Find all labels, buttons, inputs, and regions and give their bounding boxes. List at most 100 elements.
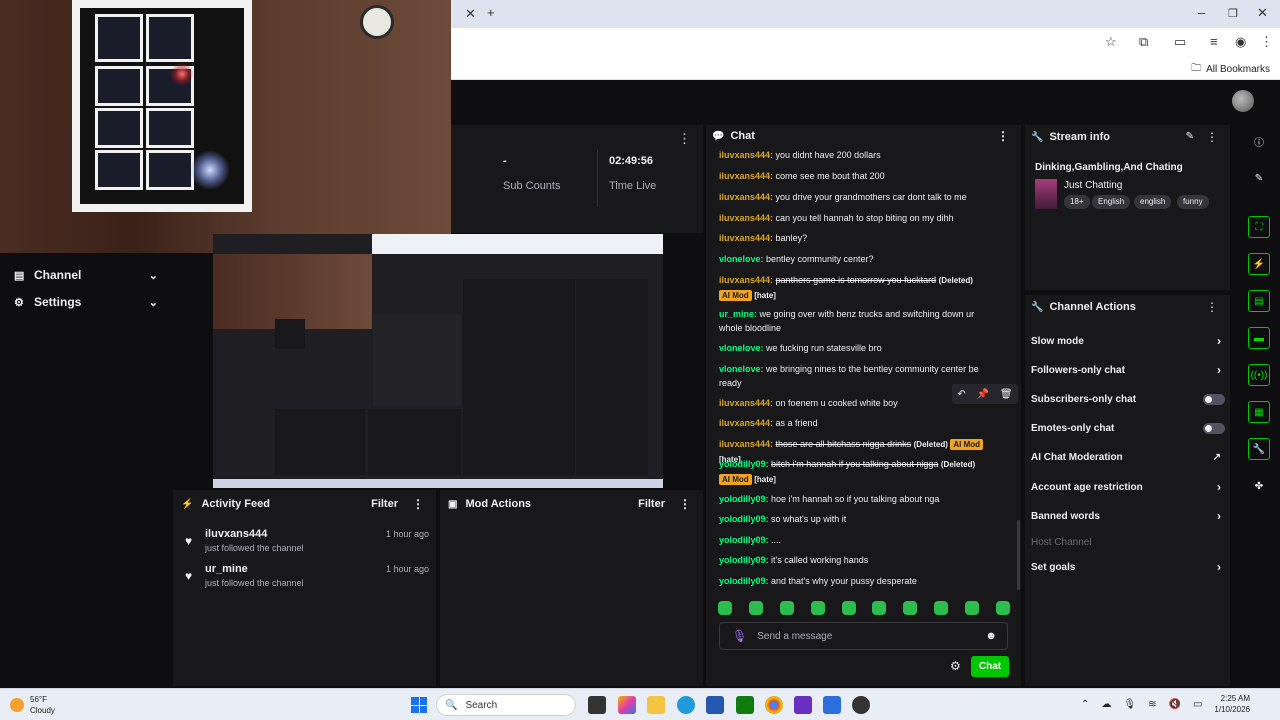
chat-username[interactable]: vlonelove xyxy=(719,254,761,264)
obs-icon[interactable] xyxy=(852,696,870,714)
emote-icon[interactable] xyxy=(872,601,887,615)
chat-message[interactable]: yolodilly09: and that's why your pussy d… xyxy=(719,574,999,588)
chat-username[interactable]: yolodilly09 xyxy=(719,555,766,565)
file-explorer-icon[interactable] xyxy=(647,696,665,714)
chat-message[interactable]: yolodilly09: bitch i'm hannah if you tal… xyxy=(719,457,999,487)
stream-tag[interactable]: 18+ xyxy=(1064,195,1090,209)
weather-widget[interactable]: 56°F Cloudy xyxy=(10,694,55,716)
address-bar[interactable]: ☆ ⧉ ▭ ≡ ◉ ⋮ xyxy=(451,28,1280,56)
star-icon[interactable]: ☆ xyxy=(1105,34,1117,50)
more-options-icon[interactable]: ⋮ xyxy=(412,497,424,511)
microphone-icon[interactable]: 🎙 xyxy=(732,629,747,643)
emote-icon[interactable] xyxy=(841,601,856,615)
emote-icon[interactable] xyxy=(903,601,918,615)
channel-action-row[interactable]: AI Chat Moderation ↗ xyxy=(1031,447,1227,467)
wifi-icon[interactable]: ≋ xyxy=(1148,699,1156,710)
close-icon[interactable]: ✕ xyxy=(1257,5,1268,21)
chat-username[interactable]: iluvxans444 xyxy=(719,192,770,202)
nav-channel[interactable]: ▤ Channel ⌄ xyxy=(0,262,172,288)
chat-message[interactable]: vlonelove: we fucking run statesville br… xyxy=(719,341,999,355)
send-chat-button[interactable]: Chat xyxy=(971,656,1009,677)
chat-username[interactable]: yolodilly09 xyxy=(719,494,766,504)
channel-action-row[interactable]: Slow mode › xyxy=(1031,331,1227,351)
toggle-switch[interactable] xyxy=(1203,393,1225,405)
chat-message[interactable]: yolodilly09: it's called working hands xyxy=(719,553,999,567)
chat-scrollbar[interactable] xyxy=(1017,520,1020,590)
chat-message[interactable]: iluvxans444: can you tell hannah to stop… xyxy=(719,211,999,225)
channel-action-row[interactable]: Banned words › xyxy=(1031,506,1227,526)
chat-message[interactable]: iluvxans444: panthers game is tomorrow y… xyxy=(719,273,999,303)
channel-action-row[interactable]: Set goals › xyxy=(1031,557,1227,577)
chat-message[interactable]: iluvxans444: banley? xyxy=(719,231,999,245)
more-options-icon[interactable]: ⋮ xyxy=(997,129,1009,143)
feed-item[interactable]: ♥ ur_mine just followed the channel 1 ho… xyxy=(185,563,429,597)
clip-icon[interactable]: ⛶ xyxy=(1248,216,1270,238)
profile-icon[interactable]: ◉ xyxy=(1235,34,1246,50)
browser-menu-icon[interactable]: ⋮ xyxy=(1260,34,1273,50)
emote-icon[interactable] xyxy=(779,601,794,615)
layout-icon[interactable]: ▦ xyxy=(1248,401,1270,423)
chat-message[interactable]: yolodilly09: so what's up with it xyxy=(719,512,999,526)
task-view-icon[interactable] xyxy=(588,696,606,714)
edge-icon[interactable] xyxy=(677,696,695,714)
info-icon[interactable]: ⓘ xyxy=(1248,130,1270,152)
chat-username[interactable]: iluvxans444 xyxy=(719,275,770,285)
category-name[interactable]: Just Chatting xyxy=(1064,180,1122,191)
taskbar-search[interactable]: 🔍 Search xyxy=(436,694,576,716)
emote-icon[interactable] xyxy=(718,601,732,615)
stream-tag[interactable]: funny xyxy=(1177,195,1209,209)
toggle-switch[interactable] xyxy=(1203,422,1225,434)
restore-icon[interactable]: ❐ xyxy=(1228,6,1238,22)
undo-icon[interactable]: ↶ xyxy=(957,389,965,400)
media-icon[interactable]: ≡ xyxy=(1210,34,1218,50)
wrench-icon[interactable]: 🔧 xyxy=(1248,438,1270,460)
filter-button[interactable]: Filter xyxy=(371,498,398,510)
chat-username[interactable]: ur_mine xyxy=(719,309,754,319)
chat-username[interactable]: iluvxans444 xyxy=(719,150,770,160)
close-tab-icon[interactable]: ✕ xyxy=(465,6,476,22)
chat-message[interactable]: yolodilly09: hoe i'm hannah so if you ta… xyxy=(719,492,999,506)
chat-username[interactable]: iluvxans444 xyxy=(719,213,770,223)
chat-username[interactable]: yolodilly09 xyxy=(719,514,766,524)
channel-action-row[interactable]: Followers-only chat › xyxy=(1031,360,1227,380)
chat-username[interactable]: yolodilly09 xyxy=(719,459,766,469)
chat-username[interactable]: iluvxans444 xyxy=(719,439,770,449)
taskbar-clock[interactable]: 2:25 AM 1/10/2026 xyxy=(1214,693,1250,715)
cast-icon[interactable]: ▭ xyxy=(1174,34,1186,50)
emoji-icon[interactable]: ☻ xyxy=(985,630,997,642)
start-button[interactable] xyxy=(411,697,427,713)
chat-username[interactable]: yolodilly09 xyxy=(719,535,766,545)
chat-message[interactable]: ur_mine: we going over with benz trucks … xyxy=(719,307,999,335)
photos-icon[interactable] xyxy=(823,696,841,714)
cloud-icon[interactable]: ☁ xyxy=(1101,699,1111,710)
emote-icon[interactable] xyxy=(965,601,979,615)
copilot-icon[interactable] xyxy=(618,696,636,714)
stream-tag[interactable]: english xyxy=(1134,195,1172,209)
lightning-icon[interactable]: ⚡ xyxy=(1248,253,1270,275)
chat-message[interactable]: iluvxans444: you didnt have 200 dollars xyxy=(719,148,999,162)
emote-icon[interactable] xyxy=(934,601,949,615)
edit-icon[interactable]: ✎ xyxy=(1186,131,1194,142)
channel-action-row[interactable]: Account age restriction › xyxy=(1031,477,1227,497)
channel-action-row[interactable]: Emotes-only chat xyxy=(1031,418,1227,438)
chat-message[interactable]: yolodilly09: .... xyxy=(719,533,999,547)
broadcast-icon[interactable]: ((•)) xyxy=(1248,364,1270,386)
new-tab-button[interactable]: + xyxy=(487,5,495,21)
more-options-icon[interactable]: ⋮ xyxy=(679,497,691,511)
emote-icon[interactable] xyxy=(810,601,825,615)
microphone-icon[interactable]: 🎙 xyxy=(1123,699,1136,710)
pencil-icon[interactable]: ✎ xyxy=(1248,167,1270,189)
chat-username[interactable]: vlonelove xyxy=(719,364,761,374)
feed-item[interactable]: ♥ iluvxans444 just followed the channel … xyxy=(185,528,429,562)
stream-tag[interactable]: English xyxy=(1092,195,1131,209)
store-icon[interactable] xyxy=(706,696,724,714)
chat-message[interactable]: iluvxans444: you drive your grandmothers… xyxy=(719,190,999,204)
minimize-icon[interactable]: – xyxy=(1198,5,1205,21)
chat-message[interactable]: iluvxans444: as a friend xyxy=(719,416,999,430)
all-bookmarks[interactable]: 🗀 All Bookmarks xyxy=(1191,61,1270,78)
nav-settings[interactable]: ⚙ Settings ⌄ xyxy=(0,289,172,315)
emote-icon[interactable] xyxy=(995,601,1010,615)
chat-message[interactable]: iluvxans444: come see me bout that 200 xyxy=(719,169,999,183)
chat-username[interactable]: vlonelove xyxy=(719,343,761,353)
chat-input[interactable]: 🎙 Send a message ☻ xyxy=(719,622,1008,650)
